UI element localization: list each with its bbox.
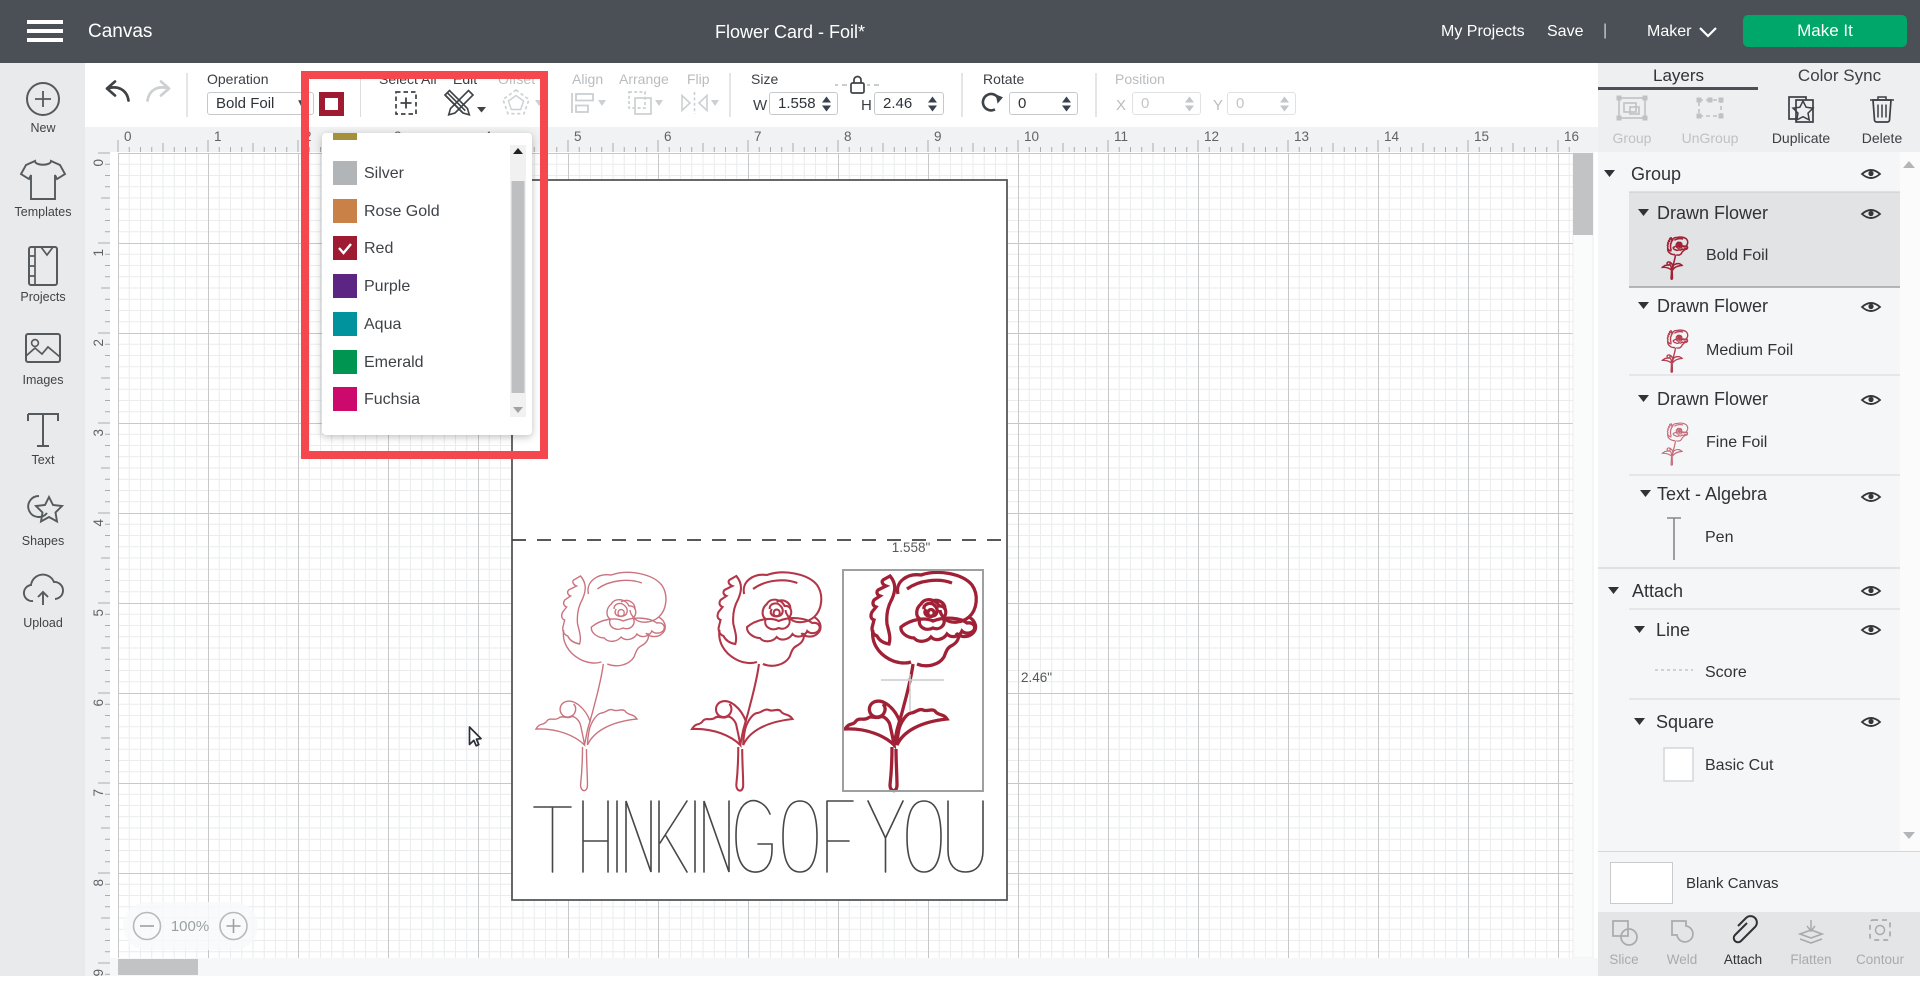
- svg-text:Pen: Pen: [1705, 529, 1733, 546]
- svg-text:15: 15: [1474, 129, 1489, 144]
- svg-text:6: 6: [664, 129, 672, 144]
- svg-text:12: 12: [1204, 129, 1219, 144]
- svg-text:Bold Foil: Bold Foil: [1706, 247, 1768, 264]
- svg-text:11: 11: [1114, 129, 1128, 144]
- svg-text:5: 5: [574, 129, 582, 144]
- svg-text:8: 8: [844, 129, 852, 144]
- svg-text:Drawn Flower: Drawn Flower: [1657, 389, 1768, 409]
- svg-text:9: 9: [91, 969, 106, 976]
- svg-text:Square: Square: [1656, 712, 1714, 732]
- svg-text:14: 14: [1384, 129, 1400, 144]
- svg-text:13: 13: [1294, 129, 1309, 144]
- svg-text:Drawn Flower: Drawn Flower: [1657, 296, 1768, 316]
- svg-text:Line: Line: [1656, 620, 1690, 640]
- svg-text:Text: Text: [32, 453, 55, 467]
- svg-text:10: 10: [1024, 129, 1039, 144]
- svg-text:Upload: Upload: [23, 616, 63, 630]
- svg-text:Projects: Projects: [20, 290, 65, 304]
- svg-text:0: 0: [91, 159, 106, 167]
- svg-text:Weld: Weld: [1667, 952, 1698, 967]
- svg-text:4: 4: [91, 519, 106, 527]
- svg-text:Attach: Attach: [1632, 581, 1683, 601]
- svg-text:Fine Foil: Fine Foil: [1706, 434, 1767, 451]
- svg-text:5: 5: [91, 609, 106, 617]
- svg-text:8: 8: [91, 879, 106, 887]
- svg-text:Flatten: Flatten: [1790, 952, 1831, 967]
- svg-text:7: 7: [754, 129, 762, 144]
- svg-text:16: 16: [1564, 129, 1579, 144]
- svg-text:3: 3: [91, 429, 106, 437]
- svg-text:Duplicate: Duplicate: [1772, 130, 1831, 146]
- svg-text:Templates: Templates: [15, 205, 72, 219]
- svg-text:2: 2: [91, 339, 106, 347]
- svg-text:0: 0: [124, 129, 132, 144]
- svg-text:Drawn Flower: Drawn Flower: [1657, 203, 1768, 223]
- svg-text:1: 1: [214, 129, 222, 144]
- svg-text:Attach: Attach: [1724, 952, 1762, 967]
- svg-text:UnGroup: UnGroup: [1682, 130, 1739, 146]
- svg-text:Medium Foil: Medium Foil: [1706, 342, 1793, 359]
- svg-text:Text - Algebra: Text - Algebra: [1657, 484, 1768, 504]
- svg-text:New: New: [30, 121, 56, 135]
- svg-text:Group: Group: [1613, 130, 1652, 146]
- svg-text:7: 7: [91, 789, 106, 797]
- svg-text:Shapes: Shapes: [22, 534, 64, 548]
- svg-text:6: 6: [91, 699, 106, 707]
- svg-text:2.46": 2.46": [1021, 670, 1052, 685]
- svg-text:Delete: Delete: [1862, 130, 1903, 146]
- svg-text:9: 9: [934, 129, 942, 144]
- svg-text:Group: Group: [1631, 164, 1681, 184]
- svg-text:100%: 100%: [171, 918, 209, 935]
- svg-text:Images: Images: [23, 373, 64, 387]
- svg-text:Basic Cut: Basic Cut: [1705, 757, 1774, 774]
- svg-text:Slice: Slice: [1609, 952, 1638, 967]
- svg-text:1: 1: [91, 249, 106, 257]
- svg-text:Contour: Contour: [1856, 952, 1905, 967]
- svg-text:Score: Score: [1705, 664, 1747, 681]
- svg-text:1.558": 1.558": [892, 540, 931, 555]
